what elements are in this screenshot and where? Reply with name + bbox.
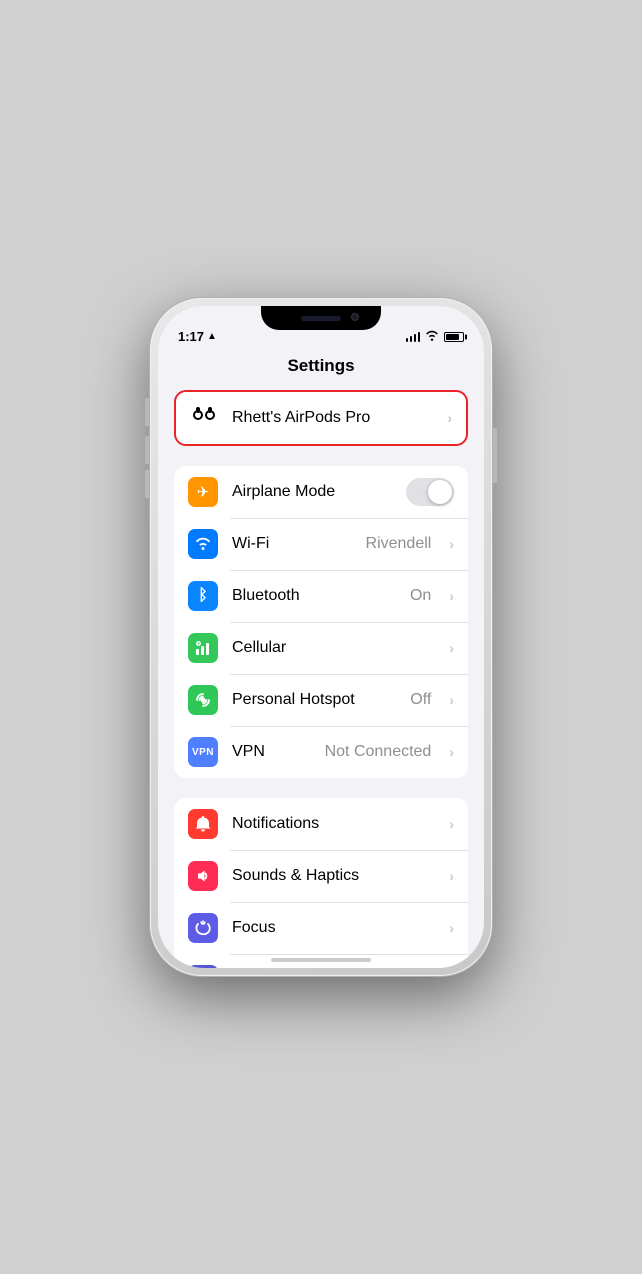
airpods-row[interactable]: Rhett's AirPods Pro › [176,392,466,444]
sounds-icon-wrap [188,861,218,891]
vpn-value: Not Connected [325,743,432,761]
camera [351,313,359,321]
notifications-label: Notifications [232,815,435,833]
focus-icon-wrap [188,913,218,943]
sounds-chevron: › [449,868,454,884]
personal-hotspot-icon-wrap [188,685,218,715]
cellular-label: Cellular [232,639,435,657]
airpods-chevron: › [447,410,452,426]
screen-time-icon-wrap [188,965,218,968]
status-icons [406,330,465,344]
bluetooth-icon: ᛒ [198,587,208,605]
vpn-icon-wrap: VPN [188,737,218,767]
notch [261,306,381,330]
cellular-row[interactable]: Cellular › [174,622,468,674]
bluetooth-icon-wrap: ᛒ [188,581,218,611]
personal-hotspot-row[interactable]: Personal Hotspot Off › [174,674,468,726]
vpn-chevron: › [449,744,454,760]
personal-hotspot-label: Personal Hotspot [232,691,396,709]
sounds-label: Sounds & Haptics [232,867,435,885]
notifications-icon-wrap [188,809,218,839]
notifications-section: Notifications › Sounds & Haptics › [174,798,468,968]
cellular-chevron: › [449,640,454,656]
bluetooth-row[interactable]: ᛒ Bluetooth On › [174,570,468,622]
airplane-mode-icon: ✈ [188,477,218,507]
airplane-mode-row[interactable]: ✈ Airplane Mode [174,466,468,518]
network-section: ✈ Airplane Mode [174,466,468,778]
page-title: Settings [158,350,484,390]
bluetooth-label: Bluetooth [232,587,396,605]
wifi-chevron: › [449,536,454,552]
vpn-row[interactable]: VPN VPN Not Connected › [174,726,468,778]
wifi-row[interactable]: Wi-Fi Rivendell › [174,518,468,570]
cellular-icon-wrap [188,633,218,663]
battery-icon [444,332,464,342]
wifi-value: Rivendell [366,535,432,553]
status-time: 1:17 ▲ [178,329,217,344]
phone-frame: 1:17 ▲ [150,298,492,976]
bluetooth-value: On [410,587,431,605]
wifi-label: Wi-Fi [232,535,352,553]
focus-row[interactable]: Focus › [174,902,468,954]
focus-label: Focus [232,919,435,937]
airpods-section[interactable]: Rhett's AirPods Pro › [174,390,468,446]
wifi-icon-wrap [188,529,218,559]
signal-bars [406,332,421,342]
screen-content[interactable]: Settings Rhett' [158,350,484,968]
bluetooth-chevron: › [449,588,454,604]
personal-hotspot-chevron: › [449,692,454,708]
phone-screen: 1:17 ▲ [158,306,484,968]
wifi-status-icon [425,330,439,344]
speaker [301,316,341,321]
notifications-chevron: › [449,816,454,832]
airplane-mode-toggle[interactable] [406,478,454,506]
personal-hotspot-value: Off [410,691,431,709]
focus-chevron: › [449,920,454,936]
home-indicator [271,958,371,962]
airpods-label: Rhett's AirPods Pro [232,409,433,427]
vpn-badge: VPN [188,745,218,760]
sounds-haptics-row[interactable]: Sounds & Haptics › [174,850,468,902]
vpn-label: VPN [232,743,311,761]
airplane-mode-label: Airplane Mode [232,483,392,501]
location-icon: ▲ [207,331,217,342]
airpods-icon [190,404,218,432]
notifications-row[interactable]: Notifications › [174,798,468,850]
